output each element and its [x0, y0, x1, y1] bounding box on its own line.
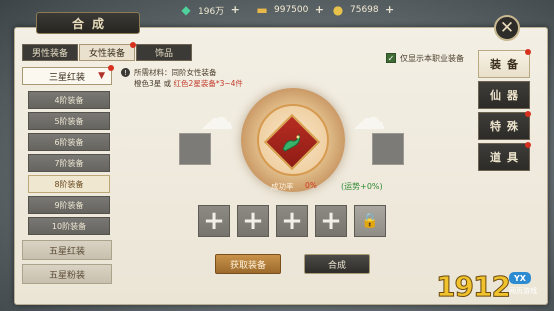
- tier-item-10[interactable]: 10阶装备: [28, 217, 110, 235]
- add-material-slot-2[interactable]: +: [237, 205, 269, 237]
- ingot-icon: ▬: [256, 3, 268, 17]
- coin-currency: ● 75698 +: [330, 2, 395, 18]
- material-requirement: 所需材料：同阶女性装备 橙色3星 或 红色2星装备*3~4件: [134, 67, 243, 89]
- tier-item-9[interactable]: 9阶装备: [28, 196, 110, 214]
- add-material-slot-3[interactable]: +: [276, 205, 308, 237]
- category-label: 五星粉装: [48, 270, 85, 281]
- side-nav-artifact[interactable]: 仙器: [478, 81, 530, 109]
- close-button[interactable]: ✕: [494, 15, 520, 41]
- quality-dropdown[interactable]: 三星红装 ▼: [22, 65, 114, 85]
- dropdown-value: 三星红装: [48, 72, 85, 83]
- add-ingot-button[interactable]: +: [314, 4, 324, 15]
- side-nav-label: 仙器: [490, 89, 524, 102]
- tab-label: 女性装备: [88, 49, 125, 59]
- synthesize-button[interactable]: 合成: [304, 254, 370, 274]
- get-equipment-button[interactable]: 获取装备: [215, 254, 281, 274]
- category-five-star-red[interactable]: 五星红装: [22, 240, 112, 260]
- class-filter-checkbox[interactable]: ✓: [386, 53, 396, 63]
- cloud-decoration-icon: ☁: [200, 98, 234, 138]
- side-nav-equipment[interactable]: 装备: [478, 49, 531, 78]
- add-material-slot-1[interactable]: +: [198, 205, 230, 237]
- watermark-number: 1912: [436, 270, 512, 304]
- material-slot-right[interactable]: [372, 133, 404, 165]
- plus-icon: +: [203, 206, 225, 236]
- jade-dragon-icon: [282, 133, 301, 152]
- tier-label: 6阶装备: [54, 137, 84, 147]
- cloud-decoration-icon: ☁: [352, 98, 386, 138]
- side-nav-special[interactable]: 特殊: [478, 111, 531, 140]
- material-slot-left[interactable]: [179, 133, 211, 165]
- requirement-prefix: 橙色3星 或: [134, 79, 174, 88]
- requirement-line-2: 橙色3星 或 红色2星装备*3~4件: [134, 78, 243, 89]
- tier-label: 10阶装备: [51, 221, 87, 231]
- side-nav-items[interactable]: 道具: [478, 142, 531, 171]
- tab-male-equipment[interactable]: 男性装备: [22, 44, 78, 61]
- lock-icon: 🔒: [361, 213, 379, 229]
- tier-label: 8阶装备: [54, 179, 84, 189]
- check-icon: ✓: [387, 53, 395, 63]
- tier-label: 9阶装备: [54, 200, 84, 210]
- coin-amount: 75698: [350, 5, 379, 15]
- tier-item-7[interactable]: 7阶装备: [28, 154, 110, 172]
- jade-amount: 196万: [198, 6, 225, 17]
- tier-item-6[interactable]: 6阶装备: [28, 133, 110, 151]
- tab-female-equipment[interactable]: 女性装备: [79, 42, 136, 61]
- plus-icon: +: [320, 206, 342, 236]
- luck-bonus: (运势+0%): [341, 182, 383, 191]
- side-nav-label: 道具: [490, 151, 524, 164]
- watermark-badge: YX: [509, 272, 531, 284]
- site-watermark: 1912 YX 网页游戏: [436, 270, 552, 306]
- tier-label: 7阶装备: [54, 158, 84, 168]
- tier-label: 4阶装备: [54, 95, 84, 105]
- dropdown-arrow-icon: ▼: [98, 71, 105, 81]
- tab-accessories[interactable]: 饰品: [136, 44, 192, 61]
- tier-label: 5阶装备: [54, 116, 84, 126]
- notification-dot: [108, 65, 114, 71]
- requirement-line-1: 所需材料：同阶女性装备: [134, 68, 217, 77]
- add-material-slot-4[interactable]: +: [315, 205, 347, 237]
- class-filter-label: 仅显示本职业装备: [400, 54, 464, 63]
- close-icon: ✕: [499, 18, 515, 38]
- tier-item-8[interactable]: 8阶装备: [28, 175, 110, 193]
- notification-dot: [525, 142, 531, 148]
- tier-item-5[interactable]: 5阶装备: [28, 112, 110, 130]
- tier-item-4[interactable]: 4阶装备: [28, 91, 110, 109]
- ingot-currency: ▬ 997500 +: [254, 2, 324, 18]
- category-five-star-pink[interactable]: 五星粉装: [22, 264, 112, 284]
- result-item[interactable]: [276, 126, 308, 158]
- plus-icon: +: [242, 206, 264, 236]
- plus-icon: +: [281, 206, 303, 236]
- window-title: 合成: [36, 12, 140, 34]
- watermark-subtitle: 网页游戏: [509, 287, 537, 295]
- tab-label: 男性装备: [31, 49, 68, 59]
- add-jade-button[interactable]: +: [230, 4, 240, 15]
- notification-dot: [525, 111, 531, 117]
- add-coin-button[interactable]: +: [385, 4, 395, 15]
- locked-slot[interactable]: 🔒: [354, 205, 386, 237]
- gender-tabs: 男性装备 女性装备 饰品: [22, 42, 193, 61]
- side-nav-label: 特殊: [490, 120, 524, 133]
- info-icon: !: [121, 68, 130, 77]
- ingot-amount: 997500: [274, 5, 309, 15]
- notification-dot: [525, 49, 531, 55]
- jade-icon: ◆: [181, 3, 191, 17]
- side-nav-label: 装备: [490, 58, 524, 71]
- category-label: 五星红装: [48, 246, 85, 257]
- tab-label: 饰品: [154, 49, 173, 59]
- coin-icon: ●: [332, 3, 344, 17]
- requirement-red-text: 红色2星装备*3~4件: [173, 79, 243, 88]
- jade-currency: ◆ 196万 +: [178, 2, 240, 18]
- success-rate-label: 成功率: [271, 182, 294, 191]
- success-rate-value: 0%: [305, 181, 317, 190]
